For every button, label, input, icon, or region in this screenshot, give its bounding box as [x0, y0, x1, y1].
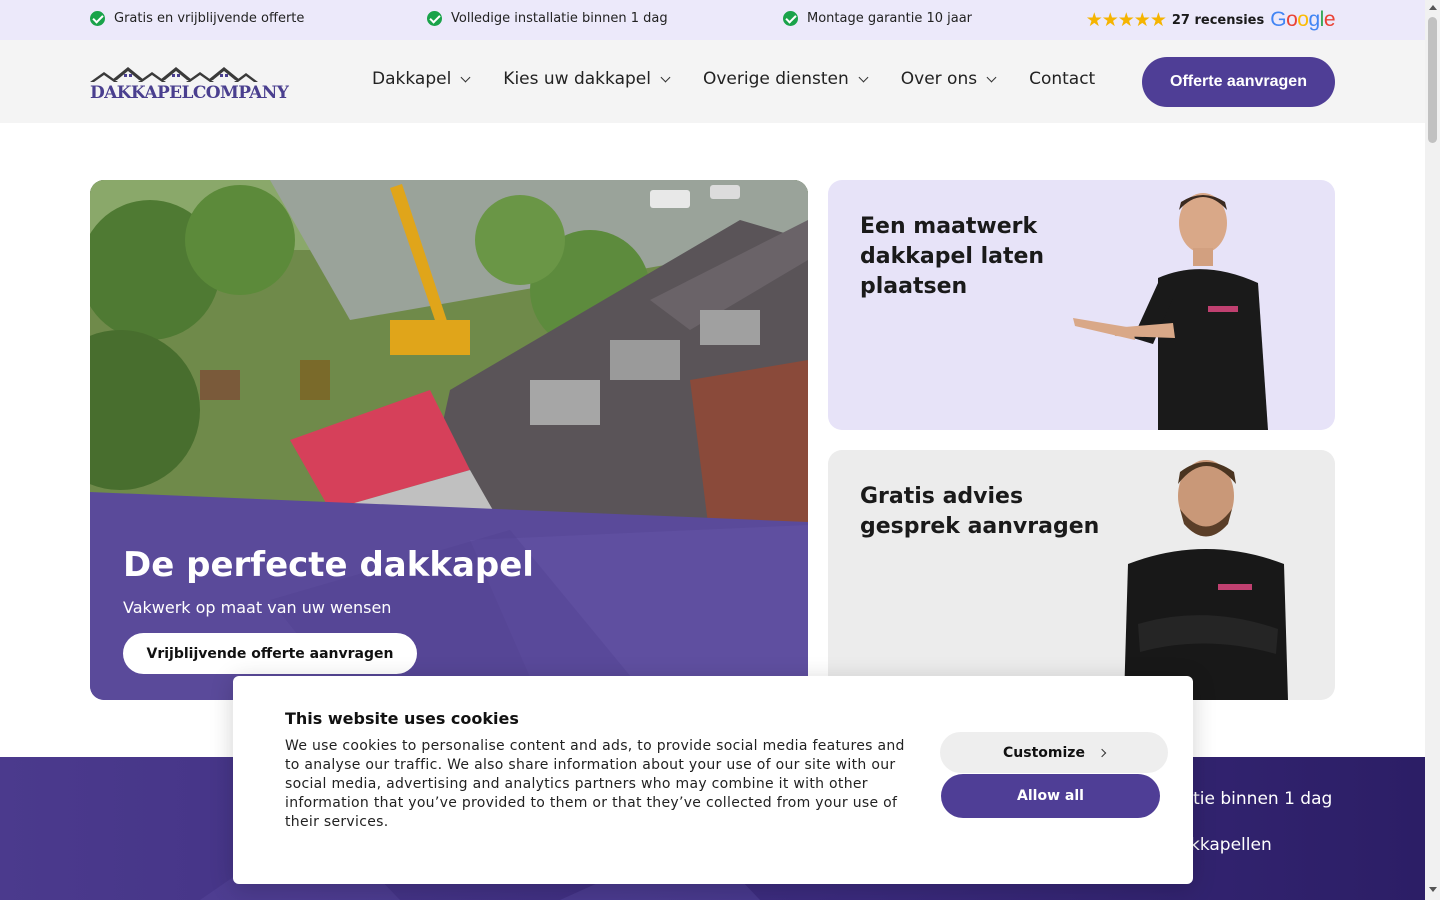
vrijblijvende-offerte-button[interactable]: Vrijblijvende offerte aanvragen: [123, 633, 417, 674]
allow-all-button[interactable]: Allow all: [941, 774, 1160, 818]
nav-label: Kies uw dakkapel: [503, 69, 651, 89]
usp-label: Gratis en vrijblijvende offerte: [114, 11, 305, 26]
nav-label: Dakkapel: [372, 69, 452, 89]
page-scrollbar[interactable]: [1425, 0, 1440, 900]
nav-item-contact[interactable]: Contact: [1029, 69, 1095, 89]
customize-label: Customize: [1003, 744, 1085, 761]
star-rating-icon: ★★★★★: [1085, 9, 1167, 31]
customize-button[interactable]: Customize: [940, 732, 1168, 773]
chevron-down-icon: [660, 72, 671, 82]
cookie-title: This website uses cookies: [285, 709, 519, 728]
card-title: Een maatwerk dakkapel laten plaatsen: [860, 214, 1045, 299]
check-icon: [427, 11, 442, 26]
nav-item-dakkapel[interactable]: Dakkapel: [372, 69, 471, 89]
check-icon: [783, 11, 798, 26]
strip-usp-text: kkapellen: [1190, 835, 1272, 855]
nav-item-over-ons[interactable]: Over ons: [900, 69, 997, 89]
hero-subtitle: Vakwerk op maat van uw wensen: [123, 598, 392, 617]
review-count: 27 recensies: [1171, 12, 1265, 28]
google-logo: Google: [1270, 8, 1335, 31]
nav-label: Contact: [1029, 69, 1096, 89]
usp-item: Gratis en vrijblijvende offerte: [90, 11, 304, 26]
logo-wordmark: DAKKAPELCOMPANY: [90, 83, 289, 103]
nav-label: Overige diensten: [702, 69, 849, 89]
nav-item-overige-diensten[interactable]: Overige diensten: [702, 69, 869, 89]
maatwerk-dakkapel-card[interactable]: Een maatwerk dakkapel laten plaatsen: [828, 180, 1335, 430]
usp-item: Volledige installatie binnen 1 dag: [427, 11, 668, 26]
hero-purple-band: [90, 492, 808, 700]
scroll-up-arrow-icon[interactable]: [1429, 5, 1437, 10]
usp-bar: Gratis en vrijblijvende offerte Volledig…: [0, 0, 1425, 40]
chevron-down-icon: [460, 72, 471, 82]
card-title: Gratis advies gesprek aanvragen: [860, 484, 1100, 539]
hero-title: De perfecte dakkapel: [123, 545, 534, 585]
usp-label: Volledige installatie binnen 1 dag: [451, 11, 668, 26]
nav-label: Over ons: [900, 69, 978, 89]
chevron-down-icon: [986, 72, 997, 82]
cookie-description: We use cookies to personalise content an…: [285, 738, 905, 830]
scroll-down-arrow-icon[interactable]: [1429, 887, 1437, 892]
google-rating[interactable]: ★★★★★ 27 recensies Google: [1085, 8, 1336, 32]
pointing-man-photo: [1073, 193, 1268, 430]
page: Gratis en vrijblijvende offerte Volledig…: [0, 0, 1440, 900]
usp-label: Montage garantie 10 jaar: [807, 11, 973, 26]
dakkapelcompany-logo[interactable]: DAKKAPELCOMPANY: [90, 64, 289, 103]
gratis-advies-card[interactable]: Gratis advies gesprek aanvragen: [828, 450, 1335, 700]
usp-item: Montage garantie 10 jaar: [783, 11, 972, 26]
site-header: DAKKAPELCOMPANY Dakkapel Kies uw dakkape…: [0, 40, 1425, 123]
chevron-down-icon: [858, 72, 869, 82]
nav-item-kies-uw-dakkapel[interactable]: Kies uw dakkapel: [503, 69, 671, 89]
hero-card[interactable]: De perfecte dakkapel Vakwerk op maat van…: [90, 180, 808, 700]
chevron-right-icon: [1097, 748, 1107, 757]
scrollbar-thumb[interactable]: [1428, 17, 1437, 143]
cookie-consent-dialog: This website uses cookies We use cookies…: [233, 676, 1193, 884]
crossed-arms-man-photo: [1124, 460, 1288, 700]
offerte-aanvragen-button[interactable]: Offerte aanvragen: [1142, 57, 1335, 107]
check-icon: [90, 11, 105, 26]
strip-usp-text: latie binnen 1 dag: [1178, 789, 1333, 809]
main-nav: Dakkapel Kies uw dakkapel Overige dienst…: [372, 69, 1095, 89]
